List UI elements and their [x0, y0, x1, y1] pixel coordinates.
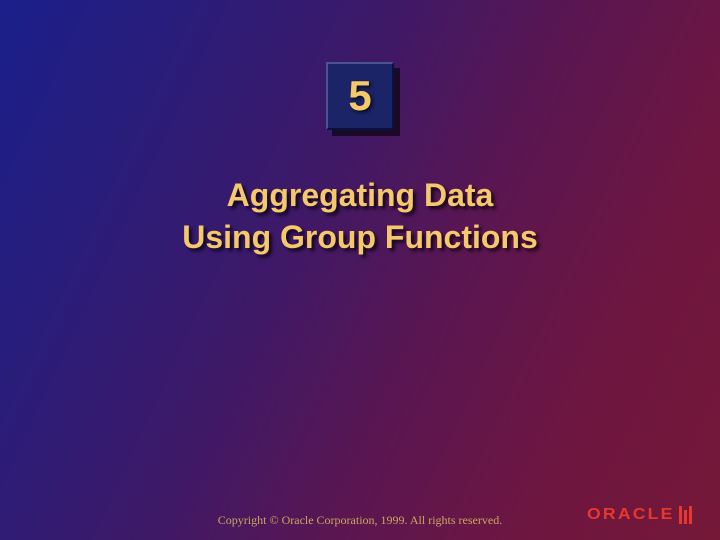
title-line-1: Aggregating Data — [0, 175, 720, 217]
oracle-logo-text: ORACLE — [587, 506, 675, 524]
chapter-number: 5 — [348, 72, 371, 120]
title-line-2: Using Group Functions — [0, 217, 720, 259]
slide: 5 Aggregating Data Using Group Functions… — [0, 0, 720, 540]
chapter-box: 5 — [326, 62, 394, 130]
oracle-logo-bars-icon — [679, 506, 692, 524]
oracle-logo: ORACLE — [591, 506, 692, 524]
chapter-box-container: 5 — [326, 62, 394, 130]
slide-title: Aggregating Data Using Group Functions — [0, 175, 720, 258]
copyright-text: Copyright © Oracle Corporation, 1999. Al… — [218, 513, 502, 528]
